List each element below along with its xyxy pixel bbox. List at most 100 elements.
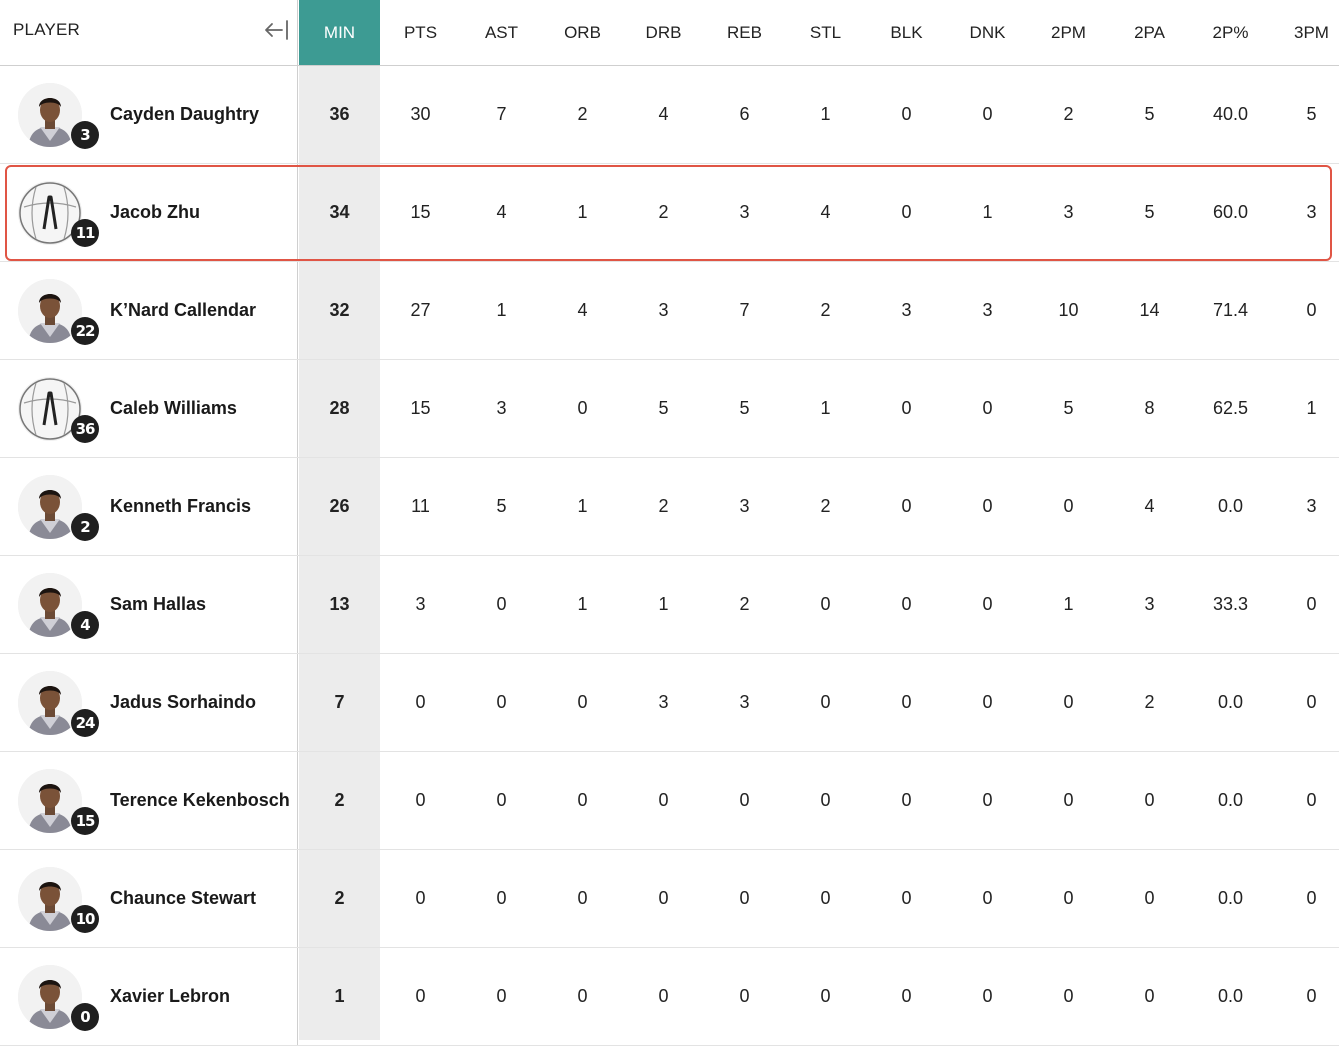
table-row[interactable]: 4 Sam Hallas 13 3 0 1 1 2 0 0 0 1 3 33.3 0: [0, 556, 1339, 654]
player-name[interactable]: Kenneth Francis: [110, 458, 290, 555]
stat-2pm: 0: [1063, 790, 1074, 810]
column-header-drb[interactable]: DRB: [623, 0, 704, 65]
stat-orb: 0: [577, 986, 588, 1006]
player-name[interactable]: Terence Kekenbosch: [110, 752, 290, 849]
stat-orb: 0: [577, 398, 588, 418]
stat-blk: 3: [901, 300, 912, 320]
stat-pts: 15: [410, 398, 431, 418]
stat-blk: 0: [901, 202, 912, 222]
player-cell[interactable]: 10 Chaunce Stewart: [0, 850, 298, 947]
column-header-orb[interactable]: ORB: [542, 0, 623, 65]
column-header-2p-pct[interactable]: 2P%: [1190, 0, 1271, 65]
stat-drb: 0: [658, 790, 669, 810]
stat-3pm: 3: [1306, 202, 1317, 222]
stat-drb: 0: [658, 888, 669, 908]
stat-dnk: 0: [982, 986, 993, 1006]
player-cell[interactable]: 4 Sam Hallas: [0, 556, 298, 653]
stat-dnk: 0: [982, 398, 993, 418]
stat-2p-pct: 0.0: [1217, 790, 1244, 810]
column-header-ast[interactable]: AST: [461, 0, 542, 65]
player-cell[interactable]: 2 Kenneth Francis: [0, 458, 298, 555]
stat-reb: 7: [739, 300, 750, 320]
stat-pts: 0: [415, 986, 426, 1006]
box-score-table: PLAYER MIN PTS AST ORB DRB REB STL BLK DNK 2PM 2PA…: [0, 0, 1339, 1046]
stat-dnk: 0: [982, 790, 993, 810]
stat-pts: 0: [415, 888, 426, 908]
stat-stl: 2: [820, 496, 831, 516]
jersey-number-badge: 10: [71, 905, 99, 933]
stat-pts: 0: [415, 790, 426, 810]
table-row[interactable]: 22 K’Nard Callendar 32 27 1 4 3 7 2 3 3 10 14 71.4 0: [0, 262, 1339, 360]
column-header-pts[interactable]: PTS: [380, 0, 461, 65]
stat-blk: 0: [901, 398, 912, 418]
stat-reb: 3: [739, 692, 750, 712]
table-row[interactable]: 24 Jadus Sorhaindo 7 0 0 0 3 3 0 0 0 0 2 0.0 0: [0, 654, 1339, 752]
table-row[interactable]: 15 Terence Kekenbosch 2 0 0 0 0 0 0 0 0 0 0 0.0 0: [0, 752, 1339, 850]
player-name[interactable]: Caleb Williams: [110, 360, 290, 457]
collapse-arrow-icon[interactable]: [264, 18, 290, 42]
stat-stl: 1: [820, 398, 831, 418]
stat-3pm: 0: [1306, 692, 1317, 712]
player-cell[interactable]: 3 Cayden Daughtry: [0, 66, 298, 163]
player-cell[interactable]: 0 Xavier Lebron: [0, 948, 298, 1045]
column-header-3pm[interactable]: 3PM: [1271, 0, 1339, 65]
stat-2p-pct: 62.5: [1212, 398, 1249, 418]
player-cell[interactable]: 11 Jacob Zhu: [0, 164, 298, 261]
stat-stl: 2: [820, 300, 831, 320]
column-header-blk[interactable]: BLK: [866, 0, 947, 65]
player-cell[interactable]: 15 Terence Kekenbosch: [0, 752, 298, 849]
player-name[interactable]: Chaunce Stewart: [110, 850, 290, 947]
column-header-dnk[interactable]: DNK: [947, 0, 1028, 65]
stat-3pm: 0: [1306, 888, 1317, 908]
table-header: PLAYER MIN PTS AST ORB DRB REB STL BLK DNK 2PM 2PA…: [0, 0, 1339, 66]
stat-min: 7: [334, 692, 345, 712]
player-header-label: PLAYER: [13, 20, 81, 39]
column-header-reb[interactable]: REB: [704, 0, 785, 65]
column-header-min[interactable]: MIN: [299, 0, 380, 65]
stat-3pm: 0: [1306, 594, 1317, 614]
column-header-2pm[interactable]: 2PM: [1028, 0, 1109, 65]
player-cell[interactable]: 24 Jadus Sorhaindo: [0, 654, 298, 751]
player-column-header: PLAYER: [0, 0, 298, 65]
stat-2pa: 5: [1144, 104, 1155, 124]
player-name[interactable]: Jacob Zhu: [110, 164, 290, 261]
stat-stl: 4: [820, 202, 831, 222]
stat-blk: 0: [901, 692, 912, 712]
stat-reb: 2: [739, 594, 750, 614]
stat-ast: 0: [496, 888, 507, 908]
stat-orb: 0: [577, 790, 588, 810]
stat-blk: 0: [901, 986, 912, 1006]
player-name[interactable]: K’Nard Callendar: [110, 262, 290, 359]
table-row[interactable]: 0 Xavier Lebron 1 0 0 0 0 0 0 0 0 0 0 0.0 0: [0, 948, 1339, 1046]
jersey-number-badge: 36: [71, 415, 99, 443]
stat-2p-pct: 0.0: [1217, 888, 1244, 908]
player-name[interactable]: Jadus Sorhaindo: [110, 654, 290, 751]
stat-ast: 3: [496, 398, 507, 418]
player-name[interactable]: Xavier Lebron: [110, 948, 290, 1045]
stat-drb: 3: [658, 300, 669, 320]
stat-ast: 0: [496, 692, 507, 712]
stat-2pm: 3: [1063, 202, 1074, 222]
player-name[interactable]: Cayden Daughtry: [110, 66, 290, 163]
stat-stl: 0: [820, 692, 831, 712]
stat-2pa: 5: [1144, 202, 1155, 222]
table-row[interactable]: 2 Kenneth Francis 26 11 5 1 2 3 2 0 0 0 4 0.0 3: [0, 458, 1339, 556]
column-header-stl[interactable]: STL: [785, 0, 866, 65]
table-row[interactable]: 11 Jacob Zhu 34 15 4 1 2 3 4 0 1 3 5 60.0 3: [0, 164, 1339, 262]
stat-2p-pct: 0.0: [1217, 692, 1244, 712]
player-cell[interactable]: 36 Caleb Williams: [0, 360, 298, 457]
jersey-number-badge: 22: [71, 317, 99, 345]
stat-min: 2: [334, 790, 345, 810]
stat-2pa: 0: [1144, 986, 1155, 1006]
player-cell[interactable]: 22 K’Nard Callendar: [0, 262, 298, 359]
table-row[interactable]: 3 Cayden Daughtry 36 30 7 2 4 6 1 0 0 2 5 40.0 5: [0, 66, 1339, 164]
table-row[interactable]: 36 Caleb Williams 28 15 3 0 5 5 1 0 0 5 8 62.5 1: [0, 360, 1339, 458]
stat-2pa: 0: [1144, 888, 1155, 908]
column-header-2pa[interactable]: 2PA: [1109, 0, 1190, 65]
stat-3pm: 3: [1306, 496, 1317, 516]
stat-min: 1: [334, 986, 345, 1006]
stat-2pm: 0: [1063, 496, 1074, 516]
table-row[interactable]: 10 Chaunce Stewart 2 0 0 0 0 0 0 0 0 0 0 0.0 0: [0, 850, 1339, 948]
player-name[interactable]: Sam Hallas: [110, 556, 290, 653]
stat-2pm: 1: [1063, 594, 1074, 614]
